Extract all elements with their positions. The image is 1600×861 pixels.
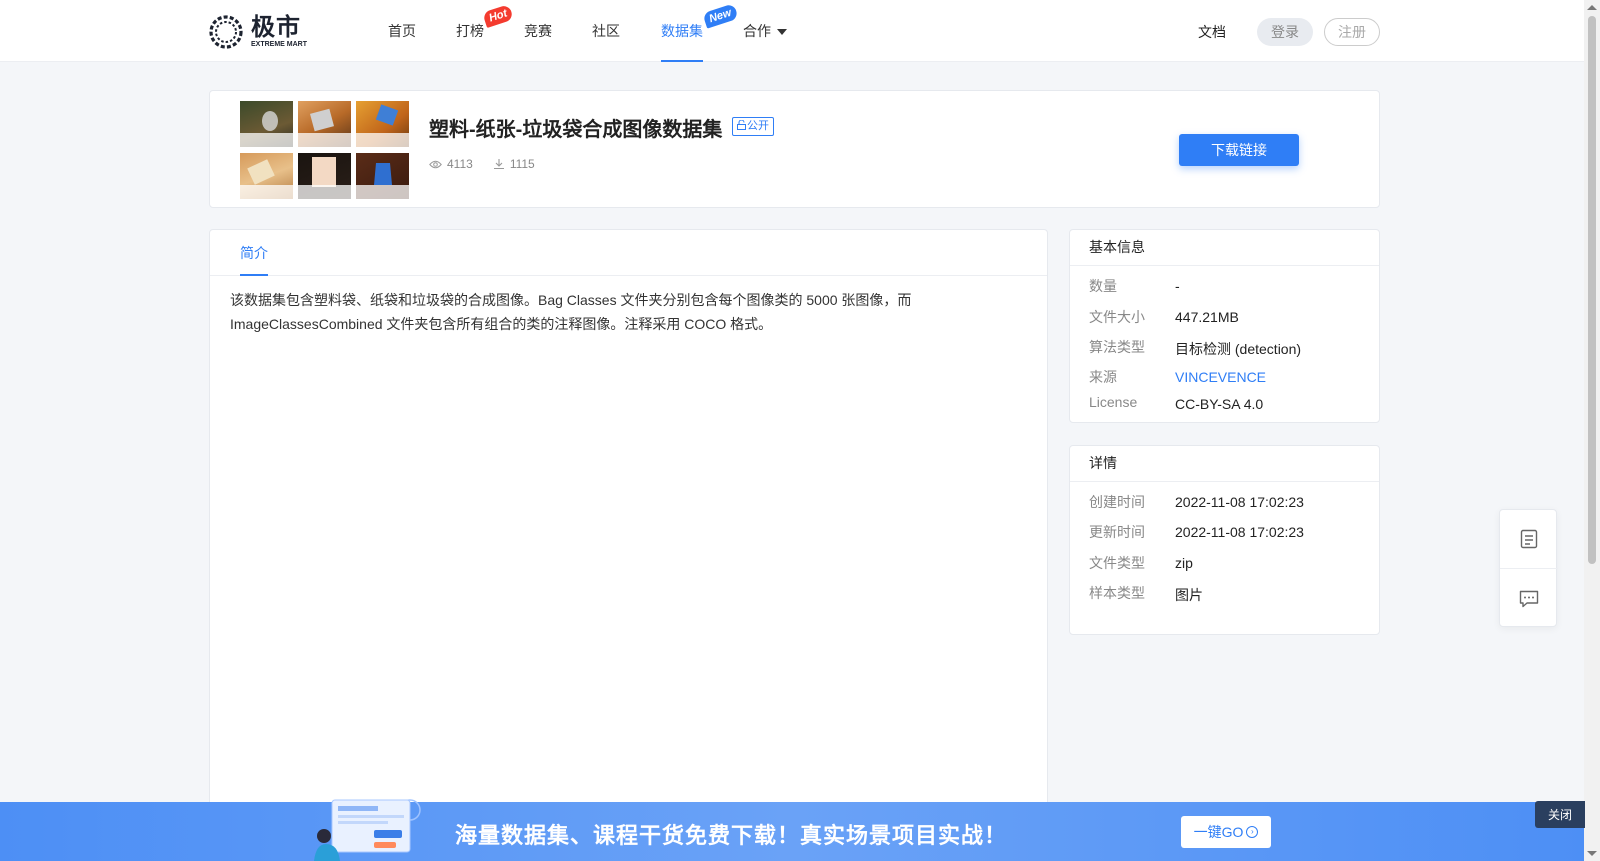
nav-item-leaderboard[interactable]: 打榜: [456, 0, 484, 62]
download-count: 1115: [493, 157, 535, 171]
register-button[interactable]: 注册: [1324, 18, 1380, 46]
intro-panel: 简介 该数据集包含塑料袋、纸袋和垃圾袋的合成图像。Bag Classes 文件夹…: [209, 229, 1048, 861]
scroll-down-arrow-icon[interactable]: [1587, 851, 1597, 856]
info-row-count: 数量 -: [1089, 276, 1379, 296]
detail-value: 图片: [1175, 587, 1203, 603]
info-row-license: License CC-BY-SA 4.0: [1089, 394, 1379, 414]
document-button[interactable]: [1500, 510, 1558, 569]
dataset-thumbnail-grid: [240, 101, 410, 199]
download-link-button[interactable]: 下载链接: [1179, 134, 1299, 166]
nav-item-cooperation-label: 合作: [743, 23, 771, 39]
info-row-file-size: 文件大小 447.21MB: [1089, 307, 1379, 327]
site-logo[interactable]: 极市 EXTREME MART: [207, 13, 311, 51]
scrollbar-thumb[interactable]: [1588, 16, 1596, 564]
details-panel: 详情 创建时间 2022-11-08 17:02:23 更新时间 2022-11…: [1069, 445, 1380, 635]
one-click-go-button[interactable]: 一键GO ›: [1181, 816, 1271, 848]
thumbnail-image: [356, 153, 409, 199]
detail-row-file-type: 文件类型 zip: [1089, 553, 1379, 573]
detail-label: 样本类型: [1089, 585, 1145, 601]
banner-illustration: [314, 799, 421, 861]
detail-label: 更新时间: [1089, 524, 1145, 540]
eye-icon: [429, 160, 442, 168]
detail-row-created: 创建时间 2022-11-08 17:02:23: [1089, 492, 1379, 512]
info-label: License: [1089, 394, 1138, 410]
thumbnail-image: [356, 101, 409, 147]
page-scrollbar[interactable]: [1584, 0, 1600, 861]
public-badge-label: 公开: [747, 120, 769, 132]
thumbnail-image: [240, 153, 293, 199]
feedback-button[interactable]: [1500, 569, 1558, 628]
nav-item-competition[interactable]: 竞赛: [524, 0, 552, 62]
detail-label: 创建时间: [1089, 494, 1145, 510]
close-banner-button[interactable]: 关闭: [1535, 801, 1585, 828]
top-navbar: 极市 EXTREME MART 首页 打榜 竞赛 社区 数据集 合作 Hot N…: [0, 0, 1584, 62]
lock-open-icon: [737, 119, 746, 130]
thumbnail-image: [298, 153, 351, 199]
intro-description: 该数据集包含塑料袋、纸袋和垃圾袋的合成图像。Bag Classes 文件夹分别包…: [230, 292, 912, 332]
basic-info-title: 基本信息: [1070, 230, 1379, 266]
logo-chinese-text: 极市: [251, 14, 301, 41]
go-button-label: 一键GO: [1193, 824, 1244, 840]
nav-item-home[interactable]: 首页: [388, 0, 416, 62]
scroll-up-arrow-icon[interactable]: [1587, 5, 1597, 10]
info-label: 数量: [1089, 278, 1117, 294]
info-label: 来源: [1089, 369, 1117, 385]
chat-icon: [1519, 590, 1539, 607]
nav-item-community[interactable]: 社区: [592, 0, 620, 62]
info-label: 算法类型: [1089, 339, 1145, 355]
detail-label: 文件类型: [1089, 555, 1145, 571]
download-count-value: 1115: [509, 157, 535, 171]
chevron-down-icon: [777, 29, 787, 36]
tab-intro[interactable]: 简介: [240, 230, 268, 276]
hot-badge: Hot: [482, 4, 515, 28]
dataset-title: 塑料-纸张-垃圾袋合成图像数据集: [429, 119, 723, 141]
info-value: 447.21MB: [1175, 309, 1239, 325]
public-badge: 公开: [732, 117, 774, 136]
detail-value: 2022-11-08 17:02:23: [1175, 494, 1304, 510]
source-link[interactable]: VINCEVENCE: [1175, 369, 1266, 385]
document-icon: [1520, 529, 1538, 549]
details-title: 详情: [1070, 446, 1379, 482]
login-button[interactable]: 登录: [1257, 18, 1313, 46]
info-value: 目标检测 (detection): [1175, 341, 1302, 357]
info-label: 文件大小: [1089, 309, 1145, 325]
dataset-stats: 4113 1115: [429, 157, 555, 171]
arrow-right-circle-icon: ›: [1246, 826, 1259, 838]
logo-icon: [209, 15, 243, 49]
docs-link[interactable]: 文档: [1198, 22, 1226, 42]
view-count-value: 4113: [447, 157, 473, 171]
info-row-source: 来源 VINCEVENCE: [1089, 367, 1379, 387]
nav-item-cooperation[interactable]: 合作: [743, 0, 787, 62]
new-badge: New: [702, 3, 739, 29]
promo-banner: 海量数据集、课程干货免费下载！真实场景项目实战！ 一键GO ›: [0, 799, 1584, 861]
nav-item-datasets[interactable]: 数据集: [661, 0, 703, 62]
banner-headline: 海量数据集、课程干货免费下载！真实场景项目实战！: [455, 823, 1008, 848]
basic-info-panel: 基本信息 数量 - 文件大小 447.21MB 算法类型 目标检测 (detec…: [1069, 229, 1380, 423]
logo-english-text: EXTREME MART: [251, 41, 307, 48]
detail-row-sample-type: 样本类型 图片: [1089, 583, 1379, 603]
info-value: -: [1175, 278, 1180, 294]
floating-toolbar: [1499, 509, 1558, 628]
view-count: 4113: [429, 157, 473, 171]
thumbnail-image: [298, 101, 351, 147]
download-icon: [493, 159, 504, 170]
info-row-algorithm-type: 算法类型 目标检测 (detection): [1089, 337, 1379, 357]
intro-tabs: 简介: [210, 230, 1047, 276]
dataset-summary-card: 塑料-纸张-垃圾袋合成图像数据集 公开 4113 1115 下载链接: [209, 90, 1380, 208]
detail-value: 2022-11-08 17:02:23: [1175, 524, 1304, 540]
thumbnail-image: [240, 101, 293, 147]
detail-value: zip: [1175, 555, 1193, 571]
detail-row-updated: 更新时间 2022-11-08 17:02:23: [1089, 522, 1379, 542]
info-value: CC-BY-SA 4.0: [1175, 396, 1264, 412]
